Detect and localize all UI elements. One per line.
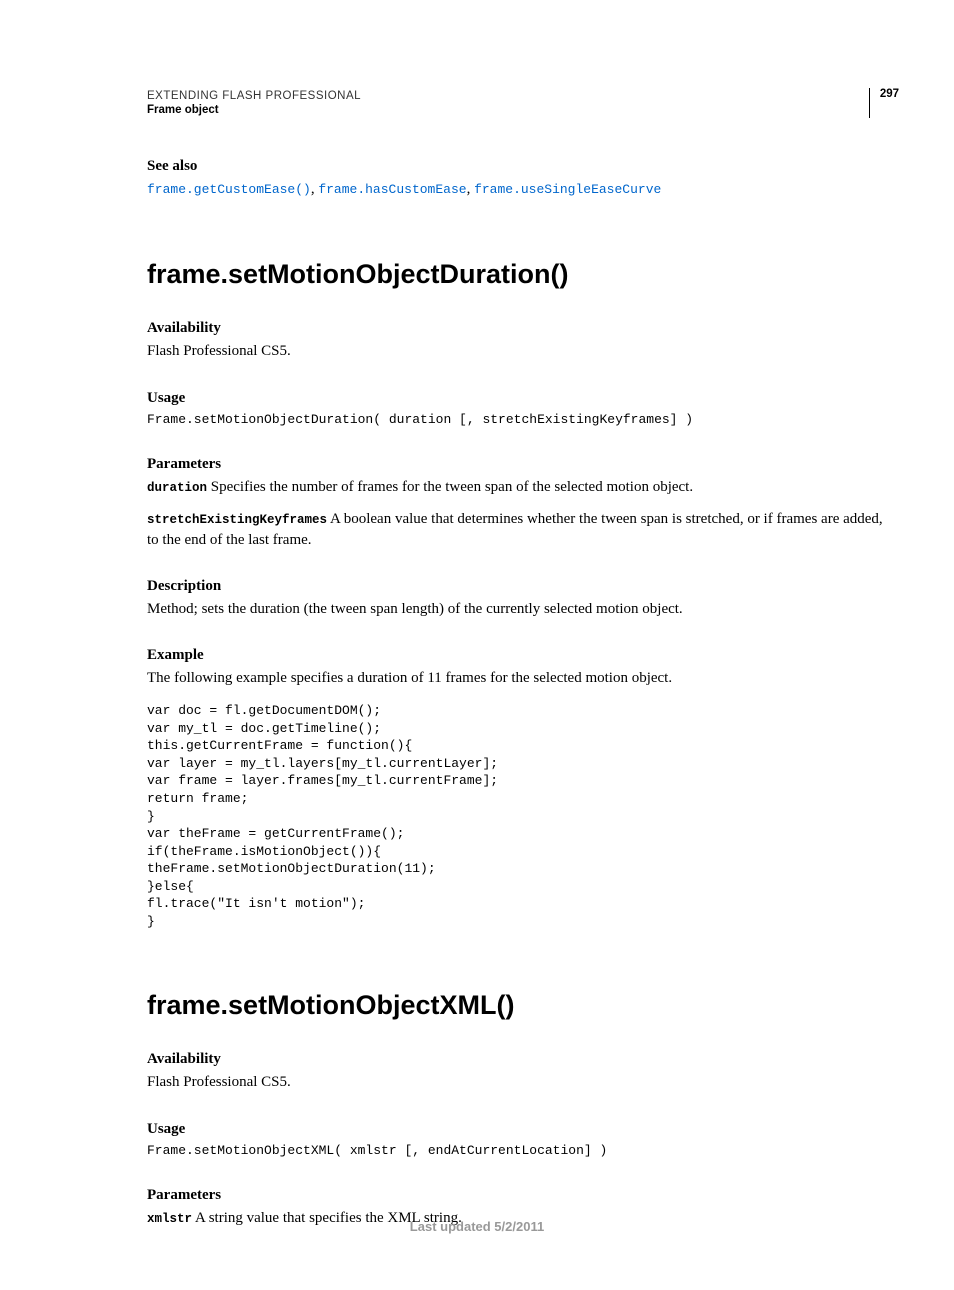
param-name-stretch: stretchExistingKeyframes [147,513,327,527]
link-has-custom-ease[interactable]: frame.hasCustomEase [318,182,466,197]
availability-label: Availability [147,1051,884,1068]
page-number: 297 [869,88,899,118]
method-title-set-motion-object-xml: frame.setMotionObjectXML() [147,990,884,1021]
parameter-duration: duration Specifies the number of frames … [147,477,884,497]
description-label: Description [147,578,884,595]
see-also-label: See also [147,158,884,175]
usage-code: Frame.setMotionObjectDuration( duration … [147,411,884,429]
availability-text: Flash Professional CS5. [147,1072,884,1092]
page: 297 EXTENDING FLASH PROFESSIONAL Frame o… [0,0,954,1290]
running-header: EXTENDING FLASH PROFESSIONAL [147,90,884,102]
usage-label: Usage [147,1121,884,1138]
separator: , [467,181,475,197]
parameter-stretch: stretchExistingKeyframes A boolean value… [147,509,884,550]
parameters-label: Parameters [147,456,884,473]
availability-label: Availability [147,320,884,337]
usage-label: Usage [147,390,884,407]
see-also-links: frame.getCustomEase(), frame.hasCustomEa… [147,179,884,199]
example-label: Example [147,647,884,664]
running-section: Frame object [147,104,884,116]
availability-text: Flash Professional CS5. [147,341,884,361]
method-title-set-motion-object-duration: frame.setMotionObjectDuration() [147,259,884,290]
param-name-duration: duration [147,481,207,495]
link-get-custom-ease[interactable]: frame.getCustomEase() [147,182,311,197]
footer-last-updated: Last updated 5/2/2011 [0,1219,954,1234]
example-code: var doc = fl.getDocumentDOM(); var my_tl… [147,702,884,930]
usage-code: Frame.setMotionObjectXML( xmlstr [, endA… [147,1142,884,1160]
example-intro: The following example specifies a durati… [147,668,884,688]
link-use-single-ease-curve[interactable]: frame.useSingleEaseCurve [474,182,661,197]
description-text: Method; sets the duration (the tween spa… [147,599,884,619]
parameters-label: Parameters [147,1187,884,1204]
param-desc-duration: Specifies the number of frames for the t… [207,479,693,495]
